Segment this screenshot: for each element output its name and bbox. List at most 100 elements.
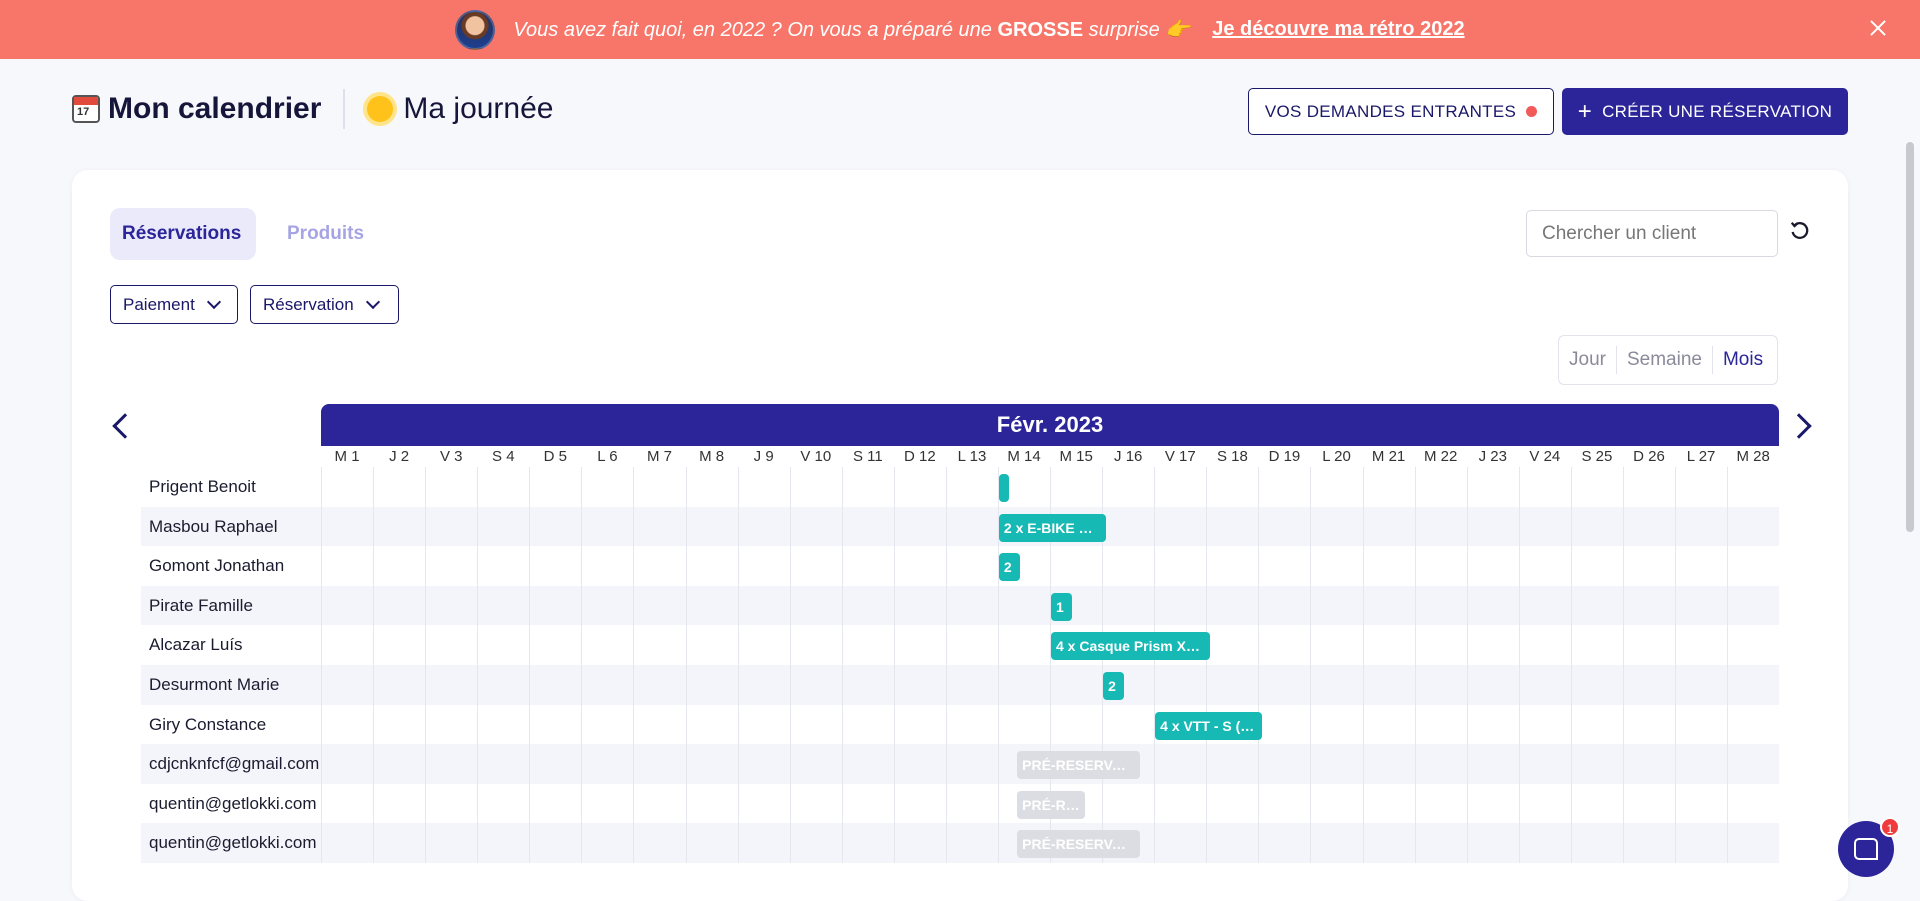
day-cell[interactable]	[1362, 664, 1415, 705]
day-cell[interactable]	[998, 625, 1050, 665]
day-cell[interactable]	[841, 506, 894, 547]
incoming-requests-button[interactable]: VOS DEMANDES ENTRANTES	[1248, 88, 1554, 135]
day-cell[interactable]	[1050, 704, 1102, 745]
day-cell[interactable]	[737, 546, 790, 586]
day-cell[interactable]	[1675, 664, 1727, 705]
day-cell[interactable]	[529, 506, 581, 547]
day-cell[interactable]	[893, 625, 946, 665]
day-cell[interactable]	[633, 744, 685, 784]
day-cell[interactable]	[1050, 664, 1102, 705]
day-cell[interactable]	[685, 664, 738, 705]
day-cell[interactable]	[373, 823, 425, 863]
day-cell[interactable]	[1727, 704, 1779, 745]
day-cell[interactable]	[1622, 744, 1675, 784]
day-cell[interactable]	[841, 744, 894, 784]
day-cell[interactable]	[841, 783, 894, 824]
day-cell[interactable]	[425, 506, 477, 547]
day-cell[interactable]	[1414, 744, 1467, 784]
day-cell[interactable]	[685, 744, 738, 784]
day-cell[interactable]	[789, 506, 842, 547]
day-cell[interactable]	[1154, 783, 1206, 824]
day-cell[interactable]	[1570, 625, 1623, 665]
day-cell[interactable]	[1154, 744, 1206, 784]
day-cell[interactable]	[321, 625, 373, 665]
day-cell[interactable]	[1675, 546, 1727, 586]
day-cell[interactable]	[1414, 664, 1467, 705]
day-cell[interactable]	[1466, 506, 1519, 547]
day-cell[interactable]	[1154, 467, 1206, 507]
day-cell[interactable]	[1258, 664, 1310, 705]
day-cell[interactable]	[581, 467, 633, 507]
day-cell[interactable]	[1362, 744, 1415, 784]
day-cell[interactable]	[1206, 546, 1258, 586]
day-cell[interactable]	[581, 704, 633, 745]
day-cell[interactable]	[477, 704, 529, 745]
day-cell[interactable]	[1362, 467, 1415, 507]
day-cell[interactable]	[1570, 823, 1623, 863]
day-cell[interactable]	[1102, 506, 1154, 547]
day-cell[interactable]	[789, 823, 842, 863]
day-cell[interactable]	[841, 704, 894, 745]
day-cell[interactable]	[1727, 744, 1779, 784]
day-cell[interactable]	[425, 783, 477, 824]
day-cell[interactable]	[477, 783, 529, 824]
day-cell[interactable]	[1518, 506, 1571, 547]
day-cell[interactable]	[1258, 467, 1310, 507]
day-cell[interactable]	[581, 744, 633, 784]
day-cell[interactable]	[945, 664, 998, 705]
pre-reservation-bar[interactable]: PRÉ-RESERVA…	[1017, 830, 1140, 859]
day-cell[interactable]	[373, 664, 425, 705]
day-cell[interactable]	[425, 744, 477, 784]
day-cell[interactable]	[893, 506, 946, 547]
day-cell[interactable]	[737, 823, 790, 863]
day-cell[interactable]	[1154, 506, 1206, 547]
day-cell[interactable]	[581, 546, 633, 586]
day-cell[interactable]	[893, 664, 946, 705]
day-cell[interactable]	[321, 823, 373, 863]
day-cell[interactable]	[685, 704, 738, 745]
day-cell[interactable]	[373, 625, 425, 665]
reservation-bar[interactable]	[998, 474, 1010, 502]
day-cell[interactable]	[1310, 546, 1362, 586]
day-cell[interactable]	[1518, 546, 1571, 586]
day-cell[interactable]	[477, 506, 529, 547]
day-cell[interactable]	[1570, 783, 1623, 824]
day-cell[interactable]	[1414, 823, 1467, 863]
day-cell[interactable]	[945, 704, 998, 745]
client-name[interactable]: Prigent Benoit	[141, 467, 321, 507]
day-cell[interactable]	[1050, 467, 1102, 507]
day-cell[interactable]	[581, 585, 633, 626]
day-cell[interactable]	[1206, 823, 1258, 863]
day-cell[interactable]	[1258, 546, 1310, 586]
day-cell[interactable]	[1570, 664, 1623, 705]
day-cell[interactable]	[789, 783, 842, 824]
day-cell[interactable]	[1622, 506, 1675, 547]
day-cell[interactable]	[1414, 506, 1467, 547]
day-cell[interactable]	[841, 625, 894, 665]
day-cell[interactable]	[633, 625, 685, 665]
day-cell[interactable]	[529, 783, 581, 824]
day-cell[interactable]	[1414, 625, 1467, 665]
day-cell[interactable]	[1362, 546, 1415, 586]
day-cell[interactable]	[1310, 585, 1362, 626]
day-cell[interactable]	[1675, 744, 1727, 784]
day-cell[interactable]	[1622, 783, 1675, 824]
day-cell[interactable]	[1154, 585, 1206, 626]
day-cell[interactable]	[1310, 625, 1362, 665]
day-cell[interactable]	[789, 467, 842, 507]
day-cell[interactable]	[321, 704, 373, 745]
client-name[interactable]: Gomont Jonathan	[141, 546, 321, 586]
day-cell[interactable]	[1518, 823, 1571, 863]
reservation-filter[interactable]: Réservation	[250, 285, 399, 324]
day-cell[interactable]	[737, 506, 790, 547]
day-cell[interactable]	[1518, 744, 1571, 784]
scrollbar[interactable]	[1906, 142, 1914, 532]
tab-reservations[interactable]: Réservations	[110, 208, 256, 260]
day-cell[interactable]	[1466, 704, 1519, 745]
day-cell[interactable]	[581, 664, 633, 705]
day-cell[interactable]	[1570, 506, 1623, 547]
day-cell[interactable]	[1310, 704, 1362, 745]
day-cell[interactable]	[321, 506, 373, 547]
day-cell[interactable]	[529, 823, 581, 863]
day-cell[interactable]	[425, 664, 477, 705]
